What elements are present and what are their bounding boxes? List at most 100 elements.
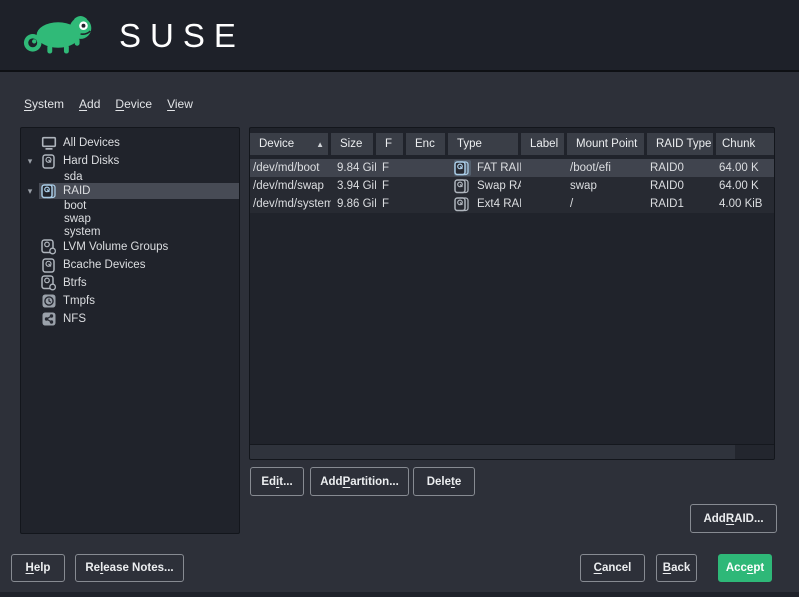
sidebar-item-nfs[interactable]: NFS [21, 310, 239, 328]
cell-encryption [406, 159, 448, 177]
accept-button[interactable]: Accept [718, 554, 772, 582]
cell-mount-point: swap [567, 177, 647, 195]
tmpfs-icon [39, 294, 59, 308]
add-raid-button[interactable]: Add RAID... [690, 504, 777, 533]
raid-icon [454, 196, 471, 212]
sidebar-item-sda[interactable]: sda [21, 170, 239, 183]
window-bottom-edge [0, 592, 799, 597]
cell-raid-type: RAID0 [647, 159, 716, 177]
sidebar-item-label: sda [60, 171, 83, 183]
cell-chunk-size: 4.00 KiB [716, 195, 774, 213]
menu-view[interactable]: View [165, 96, 195, 112]
cell-type: Ext4 RAID [448, 195, 521, 213]
menubar: System Add Device View [22, 96, 195, 112]
cell-format-flag: F [376, 195, 406, 213]
column-header-f[interactable]: F [376, 133, 403, 155]
cell-size: 3.94 GiB [331, 177, 376, 195]
menu-device[interactable]: Device [113, 96, 154, 112]
chevron-down-icon[interactable]: ▾ [21, 187, 39, 196]
sidebar-item-system[interactable]: system [21, 225, 239, 238]
cell-chunk-size: 64.00 K [716, 177, 774, 195]
sidebar-item-tmpfs[interactable]: Tmpfs [21, 292, 239, 310]
cell-mount-point: / [567, 195, 647, 213]
sidebar-item-all-devices[interactable]: All Devices [21, 134, 239, 152]
suse-banner: SUSE [0, 0, 799, 72]
delete-button[interactable]: Delete [413, 467, 475, 496]
column-header-mount-point[interactable]: Mount Point [567, 133, 644, 155]
nfs-icon [39, 312, 59, 326]
cell-device: /dev/md/boot [250, 159, 331, 177]
chevron-down-icon[interactable]: ▾ [21, 157, 39, 166]
column-header-chunk[interactable]: Chunk [716, 133, 774, 155]
cell-raid-type: RAID1 [647, 195, 716, 213]
cell-mount-point: /boot/efi [567, 159, 647, 177]
back-button[interactable]: Back [656, 554, 697, 582]
partitioner-window: SUSE System Add Device View All Devices ▾ Har… [0, 0, 799, 597]
sidebar-item-hard-disks[interactable]: ▾ Hard Disks [21, 152, 239, 170]
device-table-panel: Device▲SizeFEncTypeLabelMount PointRAID … [249, 127, 775, 460]
help-button[interactable]: Help [11, 554, 65, 582]
table-row-dev-md-system[interactable]: /dev/md/system9.86 GiBF Ext4 RAID /RAID14.… [250, 195, 774, 213]
column-header-raid-type[interactable]: RAID Type [647, 133, 713, 155]
suse-wordmark: SUSE [119, 19, 245, 52]
cancel-button[interactable]: Cancel [580, 554, 645, 582]
table-row-dev-md-boot[interactable]: /dev/md/boot9.84 GiBF FAT RAID/boot/efiRA… [250, 159, 774, 177]
column-header-label[interactable]: Label [521, 133, 564, 155]
scrollbar-thumb[interactable] [250, 445, 735, 459]
cell-device: /dev/md/system [250, 195, 331, 213]
sidebar-item-raid[interactable]: ▾ RAID [21, 183, 239, 199]
sidebar-item-label: Bcache Devices [59, 259, 145, 271]
sidebar-item-swap[interactable]: swap [21, 212, 239, 225]
sidebar-item-label: RAID [59, 185, 90, 197]
sidebar-item-label: LVM Volume Groups [59, 241, 168, 253]
sidebar-item-bcache-devices[interactable]: Bcache Devices [21, 256, 239, 274]
suse-chameleon-logo-icon [21, 12, 103, 58]
sidebar-item-label: All Devices [59, 137, 120, 149]
computer-icon [39, 136, 59, 151]
add-partition-button[interactable]: Add Partition... [310, 467, 409, 496]
sort-ascending-icon: ▲ [316, 140, 324, 149]
release-notes-button[interactable]: Release Notes... [75, 554, 184, 582]
device-tree-panel: All Devices ▾ Hard Disks sda ▾ RAID bootswapsy… [20, 127, 240, 534]
cell-format-flag: F [376, 177, 406, 195]
cell-encryption [406, 177, 448, 195]
cell-size: 9.84 GiB [331, 159, 376, 177]
btrfs-icon [39, 275, 59, 291]
cell-format-flag: F [376, 159, 406, 177]
cell-label [521, 177, 567, 195]
lvm-icon [39, 239, 59, 255]
menu-system[interactable]: System [22, 96, 66, 112]
sidebar-item-lvm-volume-groups[interactable]: LVM Volume Groups [21, 238, 239, 256]
raid-icon [454, 160, 471, 176]
bcache-icon [39, 258, 59, 273]
column-header-size[interactable]: Size [331, 133, 373, 155]
horizontal-scrollbar[interactable] [250, 444, 774, 459]
cell-type: FAT RAID [448, 159, 521, 177]
sidebar-item-label: boot [60, 200, 86, 212]
cell-chunk-size: 64.00 K [716, 159, 774, 177]
column-header-type[interactable]: Type [448, 133, 518, 155]
raid-icon [454, 178, 471, 194]
sidebar-item-label: Btrfs [59, 277, 87, 289]
table-row-dev-md-swap[interactable]: /dev/md/swap3.94 GiBF Swap RAID swapRAID06… [250, 177, 774, 195]
edit-button[interactable]: Edit... [250, 467, 304, 496]
table-body: /dev/md/boot9.84 GiBF FAT RAID/boot/efiRA… [250, 159, 774, 213]
column-header-device[interactable]: Device▲ [250, 133, 328, 155]
menu-add[interactable]: Add [77, 96, 102, 112]
cell-type: Swap RAID [448, 177, 521, 195]
sidebar-item-label: system [60, 226, 100, 238]
sidebar-tree: All Devices ▾ Hard Disks sda ▾ RAID bootswapsy… [21, 134, 239, 328]
sidebar-item-label: Hard Disks [59, 155, 119, 167]
sidebar-item-boot[interactable]: boot [21, 199, 239, 212]
sidebar-item-label: NFS [59, 313, 86, 325]
cell-size: 9.86 GiB [331, 195, 376, 213]
cell-device: /dev/md/swap [250, 177, 331, 195]
cell-raid-type: RAID0 [647, 177, 716, 195]
sidebar-item-label: Tmpfs [59, 295, 95, 307]
harddisk-icon [39, 154, 59, 169]
table-header: Device▲SizeFEncTypeLabelMount PointRAID … [250, 133, 774, 155]
sidebar-item-btrfs[interactable]: Btrfs [21, 274, 239, 292]
table-empty-area [250, 213, 774, 444]
cell-label [521, 195, 567, 213]
column-header-enc[interactable]: Enc [406, 133, 445, 155]
